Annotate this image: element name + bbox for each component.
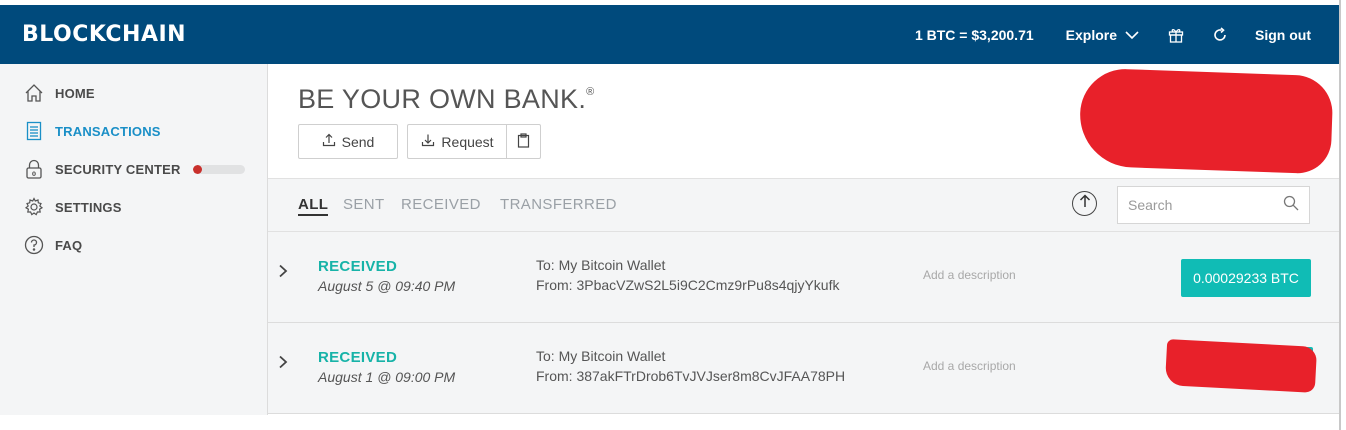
registered-mark: ® — [586, 86, 595, 98]
add-description-link[interactable]: Add a description — [923, 359, 1016, 373]
sidebar-item-label: TRANSACTIONS — [55, 123, 161, 139]
logo[interactable]: BLOCKCHAIN — [22, 22, 186, 47]
transaction-type: RECEIVED — [318, 258, 398, 275]
lock-icon: 0 — [23, 158, 45, 180]
tab-transferred[interactable]: TRANSFERRED — [500, 196, 617, 213]
sidebar-item-faq[interactable]: FAQ — [0, 226, 267, 264]
sidebar-item-label: FAQ — [55, 237, 83, 253]
gift-icon[interactable] — [1167, 26, 1185, 44]
sidebar-item-home[interactable]: HOME — [0, 74, 267, 112]
page-title: BE YOUR OWN BANK.® — [298, 84, 595, 115]
tab-received[interactable]: RECEIVED — [401, 196, 481, 213]
transaction-row[interactable]: RECEIVED August 5 @ 09:40 PM To: My Bitc… — [268, 232, 1339, 323]
redaction-mark — [1164, 339, 1318, 393]
question-icon — [23, 234, 45, 256]
arrow-up-icon — [1079, 194, 1091, 213]
sidebar-item-security-center[interactable]: 0 SECURITY CENTER — [0, 150, 267, 188]
refresh-icon[interactable] — [1211, 26, 1229, 44]
chevron-right-icon[interactable] — [278, 355, 288, 374]
btc-price: 1 BTC = $3,200.71 — [914, 26, 1034, 43]
amount-button[interactable]: 0.00029233 BTC — [1181, 259, 1311, 297]
transactions-icon — [23, 120, 45, 142]
sidebar: HOME TRANSACTIONS 0 SECURITY CENTER SETT… — [0, 64, 268, 415]
copy-address-button[interactable] — [506, 124, 541, 159]
sort-button[interactable] — [1072, 191, 1097, 216]
tab-all[interactable]: ALL — [298, 196, 329, 216]
transaction-to: To: My Bitcoin Wallet — [536, 257, 666, 273]
top-bar-right: 1 BTC = $3,200.71 Explore Sign out — [915, 5, 1339, 64]
home-icon — [23, 82, 45, 104]
search-icon — [1283, 195, 1299, 216]
transaction-date: August 1 @ 09:00 PM — [318, 369, 456, 385]
page-title-text: BE YOUR OWN BANK. — [298, 84, 587, 114]
transaction-from: From: 387akFTrDrob6TvJVJser8m8CvJFAA78PH — [536, 368, 846, 384]
explore-menu[interactable]: Explore — [1066, 27, 1139, 43]
redaction-mark — [1078, 67, 1334, 175]
explore-label: Explore — [1065, 26, 1117, 43]
transaction-to: To: My Bitcoin Wallet — [536, 348, 666, 364]
window-edge — [1339, 0, 1341, 430]
transaction-from: From: 3PbacVZwS2L5i9C2Cmz9rPu8s4qjyYkufk — [536, 277, 840, 293]
download-icon — [421, 133, 435, 150]
sign-out-button[interactable]: Sign out — [1255, 27, 1311, 43]
send-label: Send — [341, 133, 375, 150]
transaction-filter-bar: ALL SENT RECEIVED TRANSFERRED — [268, 178, 1339, 232]
transaction-row[interactable]: RECEIVED August 1 @ 09:00 PM To: My Bitc… — [268, 323, 1339, 414]
add-description-link[interactable]: Add a description — [923, 268, 1016, 282]
chevron-down-icon — [1125, 27, 1139, 43]
sidebar-item-settings[interactable]: SETTINGS — [0, 188, 267, 226]
main-content: BE YOUR OWN BANK.® Send Request ALL SENT… — [268, 64, 1339, 415]
security-progress-bar — [192, 164, 245, 174]
gear-icon — [23, 196, 45, 218]
search-field[interactable] — [1117, 186, 1310, 224]
request-label: Request — [441, 133, 494, 150]
request-button[interactable]: Request — [407, 124, 507, 159]
top-bar: BLOCKCHAIN 1 BTC = $3,200.71 Explore Sig… — [0, 5, 1339, 64]
upload-icon — [322, 133, 336, 150]
security-progress-fill — [192, 164, 202, 174]
sidebar-item-label: SECURITY CENTER — [55, 161, 181, 177]
send-button[interactable]: Send — [298, 124, 398, 159]
transaction-date: August 5 @ 09:40 PM — [318, 278, 456, 294]
sidebar-item-label: SETTINGS — [55, 199, 122, 215]
chevron-right-icon[interactable] — [278, 264, 288, 283]
transaction-type: RECEIVED — [318, 349, 398, 366]
svg-text:0: 0 — [32, 171, 36, 178]
clipboard-icon — [517, 132, 530, 151]
search-input[interactable] — [1128, 197, 1278, 213]
tab-sent[interactable]: SENT — [343, 196, 385, 213]
sidebar-item-transactions[interactable]: TRANSACTIONS — [0, 112, 267, 150]
sidebar-item-label: HOME — [55, 85, 95, 101]
